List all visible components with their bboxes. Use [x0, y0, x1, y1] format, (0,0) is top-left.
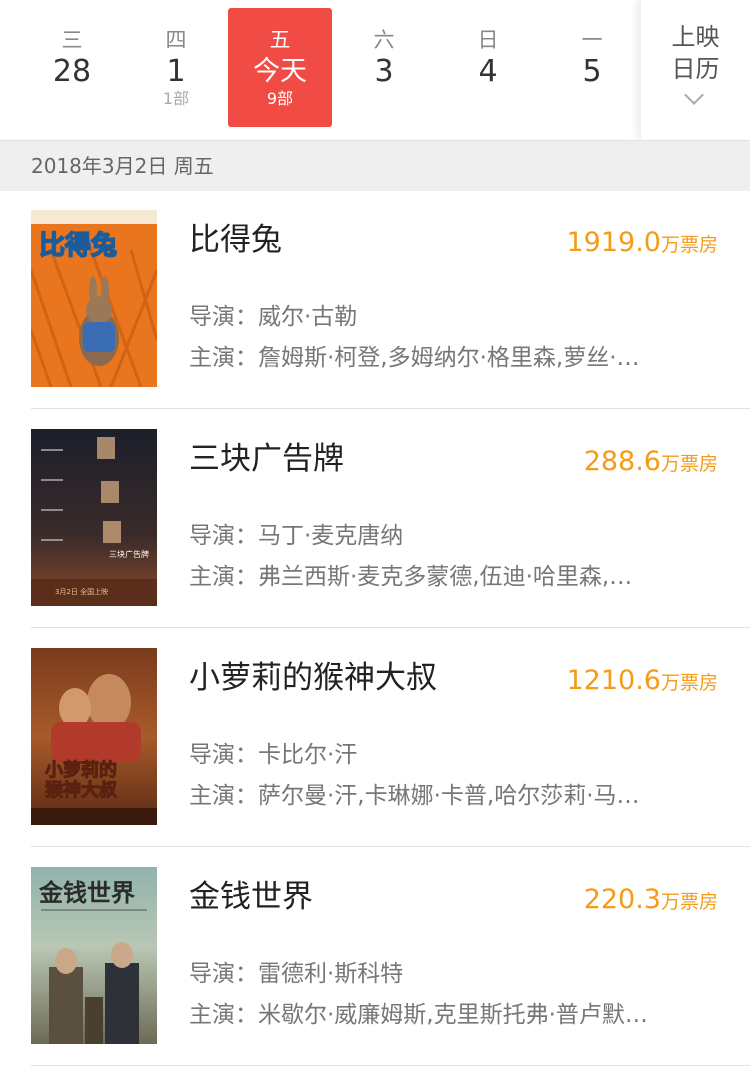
cast-line: 主演：米歇尔·威廉姆斯,克里斯托弗·普卢默… — [189, 1000, 719, 1030]
box-office-value: 220.3 — [583, 884, 661, 915]
cast-names: 萨尔曼·汗,卡琳娜·卡普,哈尔莎莉·马… — [258, 783, 640, 809]
director-line: 导演：卡比尔·汗 — [189, 740, 357, 770]
day-weekday: 六 — [373, 28, 395, 52]
box-office-unit: 万票房 — [660, 891, 718, 913]
date-section-header: 2018年3月2日 周五 — [0, 140, 750, 191]
day-tab-4[interactable]: 日 4 — [436, 8, 540, 127]
movie-row-bajrangi-bhaijaan[interactable]: 小萝莉的 猴神大叔 小萝莉的猴神大叔 1210.6万票房 导演：卡比尔·汗 主演… — [0, 628, 750, 847]
chevron-down-icon — [684, 85, 704, 105]
row-divider — [31, 1065, 750, 1066]
box-office-value: 1919.0 — [566, 227, 661, 258]
cast-line: 主演：詹姆斯·柯登,多姆纳尔·格里森,萝丝·… — [189, 343, 719, 373]
movie-row-all-the-money[interactable]: 金钱世界 金钱世界 220.3万票房 导演：雷德利·斯科特 主演：米歇尔·威廉姆… — [0, 847, 750, 1066]
calendar-label-line2: 日历 — [671, 55, 720, 83]
director-label: 导演： — [189, 961, 258, 987]
box-office-value: 288.6 — [583, 446, 661, 477]
day-movie-count: 1部 — [162, 89, 190, 108]
director-name: 马丁·麦克唐纳 — [258, 523, 404, 549]
day-tab-today[interactable]: 五 今天 9部 — [228, 8, 332, 127]
cast-line: 主演：弗兰西斯·麦克多蒙德,伍迪·哈里森,… — [189, 562, 719, 592]
box-office: 288.6万票房 — [584, 445, 718, 481]
movie-title: 比得兔 — [189, 222, 282, 258]
date-header-text: 2018年3月2日 周五 — [31, 154, 214, 178]
day-weekday: 四 — [165, 28, 187, 52]
cast-names: 米歇尔·威廉姆斯,克里斯托弗·普卢默… — [258, 1002, 648, 1028]
director-label: 导演： — [189, 304, 258, 330]
day-number: 今天 — [253, 56, 307, 87]
day-movie-count: 9部 — [266, 89, 294, 108]
movie-row-peter-rabbit[interactable]: 比得兔 比得兔 1919.0万票房 导演：威尔·古勒 主演：詹姆斯·柯登,多姆纳… — [0, 190, 750, 409]
day-weekday: 三 — [61, 28, 83, 52]
cast-names: 詹姆斯·柯登,多姆纳尔·格里森,萝丝·… — [258, 345, 640, 371]
day-number: 28 — [52, 54, 92, 89]
release-calendar-button[interactable]: 上映 日历 — [641, 0, 750, 140]
director-label: 导演： — [189, 742, 258, 768]
director-label: 导演： — [189, 523, 258, 549]
peter-rabbit-poster: 比得兔 — [31, 210, 157, 387]
box-office-unit: 万票房 — [660, 672, 718, 694]
director-name: 雷德利·斯科特 — [258, 961, 404, 987]
cast-label: 主演： — [189, 345, 258, 371]
day-number: 1 — [166, 54, 186, 89]
box-office: 220.3万票房 — [584, 883, 718, 919]
cast-names: 弗兰西斯·麦克多蒙德,伍迪·哈里森,… — [258, 564, 633, 590]
cast-label: 主演： — [189, 783, 258, 809]
day-weekday: 一 — [581, 28, 603, 52]
box-office: 1919.0万票房 — [567, 226, 719, 262]
svg-text:小萝莉的: 小萝莉的 — [45, 759, 117, 781]
box-office-unit: 万票房 — [660, 234, 718, 256]
movie-row-three-billboards[interactable]: 三块广告牌 3月2日 全国上映 三块广告牌 288.6万票房 导演：马丁·麦克唐… — [0, 409, 750, 628]
director-name: 威尔·古勒 — [258, 304, 358, 330]
svg-text:3月2日 全国上映: 3月2日 全国上映 — [55, 587, 108, 596]
movie-title: 金钱世界 — [189, 879, 313, 915]
day-weekday: 日 — [477, 28, 499, 52]
three-billboards-poster: 三块广告牌 3月2日 全国上映 — [31, 429, 157, 606]
day-tab-1[interactable]: 四 1 1部 — [124, 8, 228, 127]
calendar-label-line1: 上映 — [671, 23, 720, 51]
svg-text:三块广告牌: 三块广告牌 — [109, 549, 149, 559]
svg-text:金钱世界: 金钱世界 — [38, 878, 135, 907]
cast-line: 主演：萨尔曼·汗,卡琳娜·卡普,哈尔莎莉·马… — [189, 781, 719, 811]
day-tab-0[interactable]: 三 28 — [20, 8, 124, 127]
date-strip: 三 28 四 1 1部 五 今天 9部 六 3 日 4 一 5 上映 日历 — [0, 0, 750, 140]
box-office-value: 1210.6 — [566, 665, 661, 696]
svg-text:猴神大叔: 猴神大叔 — [45, 779, 118, 801]
director-name: 卡比尔·汗 — [258, 742, 358, 768]
all-the-money-poster: 金钱世界 — [31, 867, 157, 1044]
day-weekday: 五 — [269, 28, 291, 52]
bajrangi-bhaijaan-poster: 小萝莉的 猴神大叔 — [31, 648, 157, 825]
movie-title: 三块广告牌 — [189, 441, 344, 477]
director-line: 导演：威尔·古勒 — [189, 302, 357, 332]
director-line: 导演：马丁·麦克唐纳 — [189, 521, 403, 551]
day-number: 5 — [582, 54, 602, 89]
box-office-unit: 万票房 — [660, 453, 718, 475]
director-line: 导演：雷德利·斯科特 — [189, 959, 403, 989]
day-number: 4 — [478, 54, 498, 89]
day-number: 3 — [374, 54, 394, 89]
cast-label: 主演： — [189, 1002, 258, 1028]
day-tab-5[interactable]: 一 5 — [540, 8, 644, 127]
cast-label: 主演： — [189, 564, 258, 590]
svg-text:比得兔: 比得兔 — [39, 231, 117, 261]
movie-title: 小萝莉的猴神大叔 — [189, 660, 437, 696]
box-office: 1210.6万票房 — [567, 664, 719, 700]
day-tab-3[interactable]: 六 3 — [332, 8, 436, 127]
